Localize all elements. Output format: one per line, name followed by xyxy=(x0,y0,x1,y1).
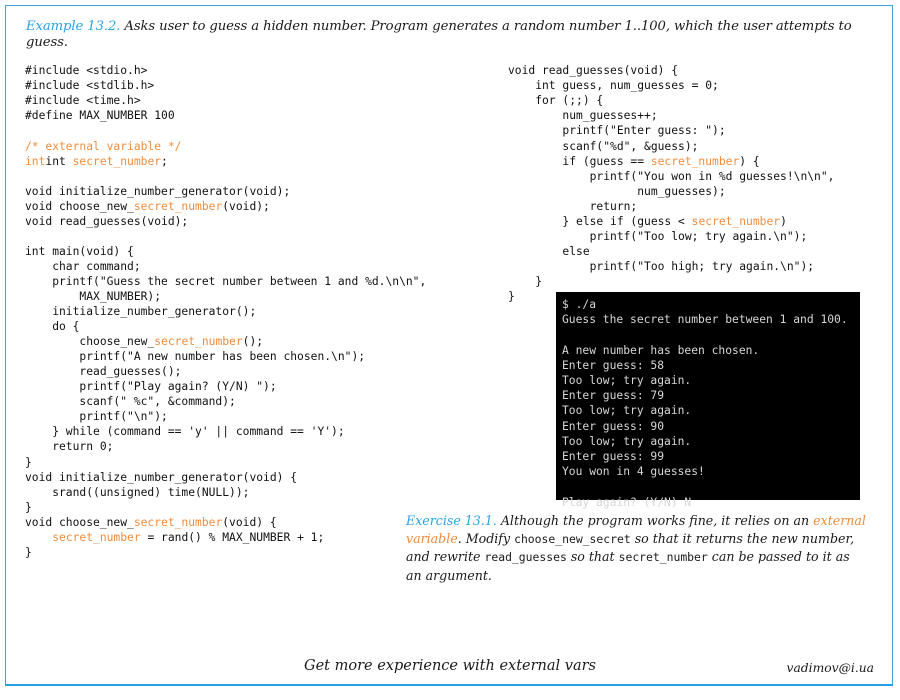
exercise-part4: so that xyxy=(567,549,619,564)
page-border-left xyxy=(5,5,6,685)
exercise-part2: . Modify xyxy=(458,531,514,546)
page-border-bottom xyxy=(5,684,893,686)
exercise-code-secret-number: secret_number xyxy=(619,550,708,564)
terminal-console: $ ./a Guess the secret number between 1 … xyxy=(556,292,860,500)
footer-email: vadimov@i.ua xyxy=(787,661,874,675)
exercise-code-choose-new-secret: choose_new_secret xyxy=(514,532,631,546)
exercise-code-read-guesses: read_guesses xyxy=(485,550,567,564)
page-border-right xyxy=(892,5,893,685)
footer-title: Get more experience with external vars xyxy=(0,658,900,674)
example-description: Asks user to guess a hidden number. Prog… xyxy=(26,19,852,50)
example-label: Example 13.2. xyxy=(26,19,120,34)
example-caption: Example 13.2. Asks user to guess a hidde… xyxy=(26,19,866,51)
slide-page: Example 13.2. Asks user to guess a hidde… xyxy=(0,0,900,700)
exercise-part1: Although the program works fine, it reli… xyxy=(497,513,813,528)
exercise-block: Exercise 13.1. Although the program work… xyxy=(406,512,866,584)
terminal-output: $ ./a Guess the secret number between 1 … xyxy=(562,297,860,510)
code-block-right: void read_guesses(void) { int guess, num… xyxy=(508,63,834,304)
page-border-top xyxy=(5,5,893,6)
code-block-left: #include <stdio.h> #include <stdlib.h> #… xyxy=(25,63,426,560)
exercise-label: Exercise 13.1. xyxy=(406,513,497,528)
